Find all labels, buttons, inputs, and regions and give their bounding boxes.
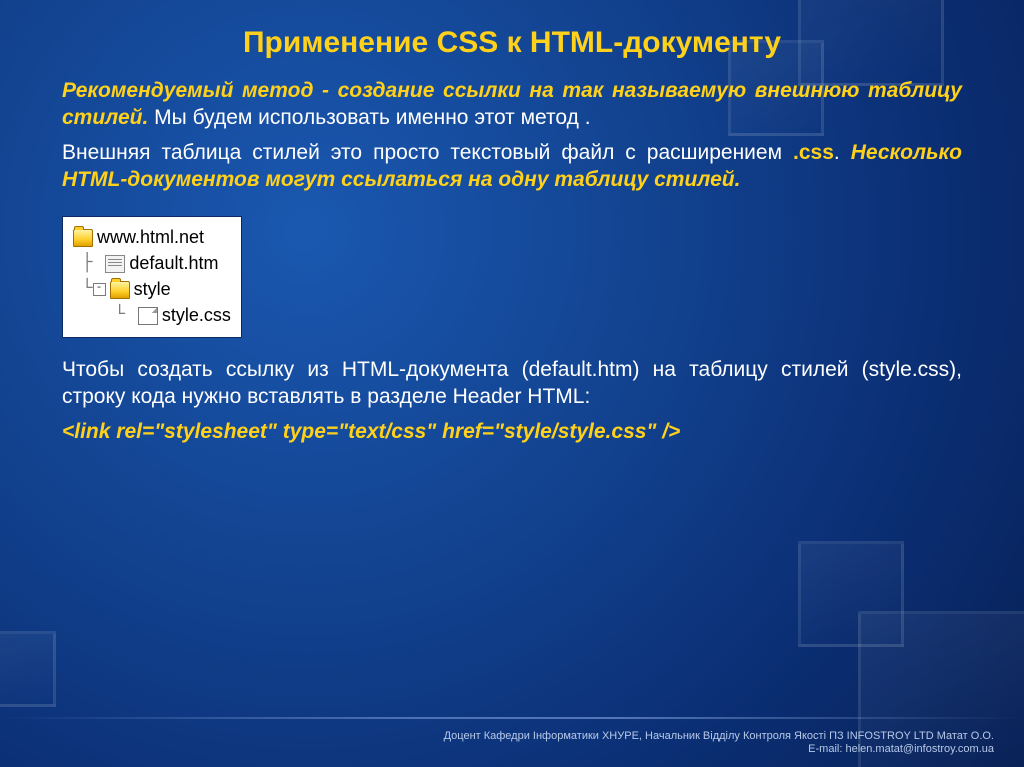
p2-a: Внешняя таблица стилей это просто тексто…: [62, 141, 793, 164]
tree-connector: └: [71, 305, 136, 326]
paragraph-1: Рекомендуемый метод - создание ссылки на…: [62, 77, 962, 132]
footer-divider: [0, 717, 1024, 719]
tree-folder2-label: style: [134, 279, 171, 300]
slide-content: Применение CSS к HTML-документу Рекоменд…: [0, 0, 1024, 767]
code-line: <link rel="stylesheet" type="text/css" h…: [62, 418, 962, 445]
tree-file1-label: default.htm: [129, 253, 218, 274]
slide-title: Применение CSS к HTML-документу: [62, 26, 962, 61]
footer-line-1: Доцент Кафедри Інформатики ХНУРЕ, Началь…: [444, 730, 994, 744]
tree-row-file1: ├ default.htm: [71, 251, 231, 277]
p2-ext: .css: [793, 141, 834, 164]
tree-row-folder2: └ - style: [71, 277, 231, 303]
footer: Доцент Кафедри Інформатики ХНУРЕ, Началь…: [444, 730, 994, 758]
code-text: <link rel="stylesheet" type="text/css" h…: [62, 420, 680, 443]
paragraph-2: Внешняя таблица стилей это просто тексто…: [62, 139, 962, 194]
paragraph-3: Чтобы создать ссылку из HTML-документа (…: [62, 356, 962, 411]
folder-icon: [110, 281, 130, 299]
tree-connector: └: [71, 279, 93, 300]
p1-rest: Мы будем использовать именно этот метод …: [148, 106, 590, 129]
folder-icon: [73, 229, 93, 247]
expander-icon: -: [93, 283, 106, 296]
tree-row-root: www.html.net: [71, 225, 231, 251]
tree-connector: ├: [71, 253, 103, 274]
tree-file2-label: style.css: [162, 305, 231, 326]
tree-root-label: www.html.net: [97, 227, 204, 248]
file-icon: [138, 307, 158, 325]
page-icon: [105, 255, 125, 273]
footer-line-2: E-mail: helen.matat@infostroy.com.ua: [444, 743, 994, 757]
p2-b: .: [834, 141, 851, 164]
file-tree: www.html.net ├ default.htm └ - style └ s…: [62, 216, 242, 338]
tree-row-file2: └ style.css: [71, 303, 231, 329]
